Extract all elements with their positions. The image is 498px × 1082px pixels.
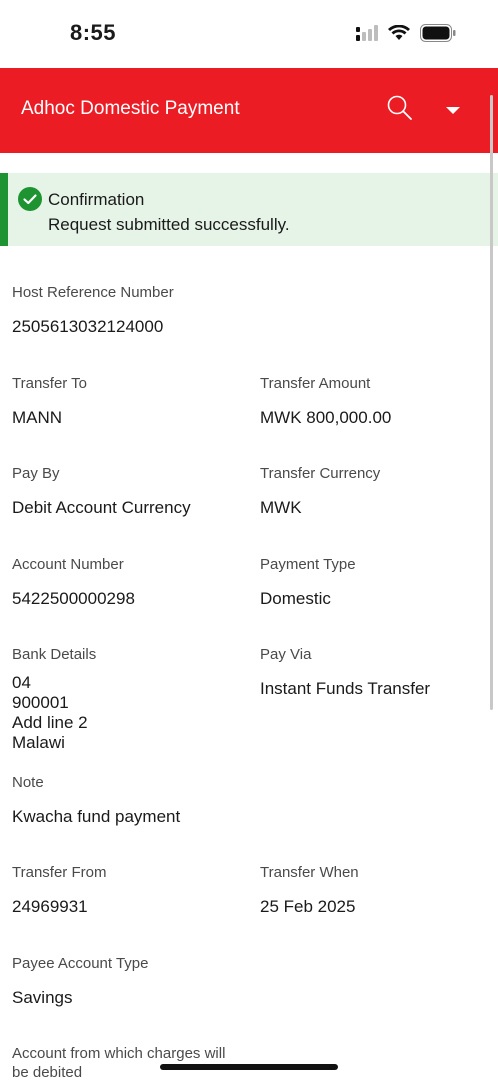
bank-details-line: Add line 2: [12, 713, 88, 732]
field-value: Kwacha fund payment: [12, 807, 181, 826]
field-transfer-from: Transfer From 24969931: [12, 863, 106, 917]
field-value: MWK 800,000.00: [260, 408, 392, 427]
field-payment-type: Payment Type Domestic: [260, 555, 356, 609]
status-bar: 8:55: [0, 0, 498, 68]
field-value: 25 Feb 2025: [260, 897, 356, 916]
field-label: Note: [12, 774, 44, 791]
field-value: 5422500000298: [12, 589, 135, 608]
field-value: Savings: [12, 988, 73, 1007]
field-account-number: Account Number 5422500000298: [12, 555, 135, 609]
field-label: Payment Type: [260, 556, 356, 573]
bank-details-line: 04: [12, 673, 31, 692]
field-label: Host Reference Number: [12, 284, 174, 301]
field-label: Transfer To: [12, 375, 88, 392]
field-transfer-to: Transfer To MANN: [12, 374, 87, 428]
battery-icon: [420, 24, 456, 42]
field-charges-account: Account from which charges will be debit…: [12, 1044, 225, 1082]
check-circle-icon: [18, 187, 42, 211]
field-value: MWK: [260, 498, 302, 517]
wifi-icon: [388, 25, 410, 40]
field-transfer-when: Transfer When 25 Feb 2025: [260, 863, 359, 917]
field-pay-by: Pay By Debit Account Currency: [12, 464, 191, 518]
bank-details-line: Malawi: [12, 733, 65, 752]
status-time: 8:55: [70, 20, 117, 45]
field-value: 04 900001 Add line 2 Malawi: [12, 673, 96, 753]
confirmation-message: Request submitted successfully.: [48, 215, 290, 234]
field-label: Pay By: [12, 465, 60, 482]
home-indicator[interactable]: [160, 1064, 338, 1070]
field-value: 24969931: [12, 897, 88, 916]
scrollbar[interactable]: [490, 95, 493, 710]
field-label: Transfer Amount: [260, 375, 371, 392]
page-title: Adhoc Domestic Payment: [21, 98, 240, 119]
caret-down-icon[interactable]: [443, 103, 463, 117]
field-note: Note Kwacha fund payment: [12, 773, 180, 827]
field-label: Account from which charges will: [12, 1045, 226, 1062]
field-label: Pay Via: [260, 646, 312, 663]
confirmation-accent-bar: [0, 173, 8, 246]
search-icon[interactable]: [386, 94, 414, 122]
field-label: Transfer When: [260, 864, 359, 881]
payment-details: Host Reference Number 2505613032124000 T…: [0, 246, 498, 1082]
field-label: Payee Account Type: [12, 955, 149, 972]
field-value: MANN: [12, 408, 63, 427]
field-value: Instant Funds Transfer: [260, 679, 431, 698]
field-value: Domestic: [260, 589, 331, 608]
field-value: Debit Account Currency: [12, 498, 191, 517]
field-payee-account-type: Payee Account Type Savings: [12, 954, 149, 1008]
field-bank-details: Bank Details 04 900001 Add line 2 Malawi: [12, 645, 96, 753]
field-transfer-amount: Transfer Amount MWK 800,000.00: [260, 374, 391, 428]
confirmation-title: Confirmation: [48, 190, 145, 209]
field-host-reference: Host Reference Number 2505613032124000: [12, 283, 174, 337]
field-label: Account Number: [12, 556, 124, 573]
field-transfer-currency: Transfer Currency MWK: [260, 464, 380, 518]
field-label: Transfer From: [12, 864, 107, 881]
field-label: Transfer Currency: [260, 465, 381, 482]
app-header: Adhoc Domestic Payment: [0, 68, 498, 153]
cellular-signal-icon: [356, 25, 378, 41]
status-icons: [356, 24, 456, 42]
field-label: Bank Details: [12, 646, 97, 663]
bank-details-line: 900001: [12, 693, 69, 712]
confirmation-banner: Confirmation Request submitted successfu…: [0, 173, 498, 246]
field-pay-via: Pay Via Instant Funds Transfer: [260, 645, 430, 699]
field-value: 2505613032124000: [12, 317, 164, 336]
